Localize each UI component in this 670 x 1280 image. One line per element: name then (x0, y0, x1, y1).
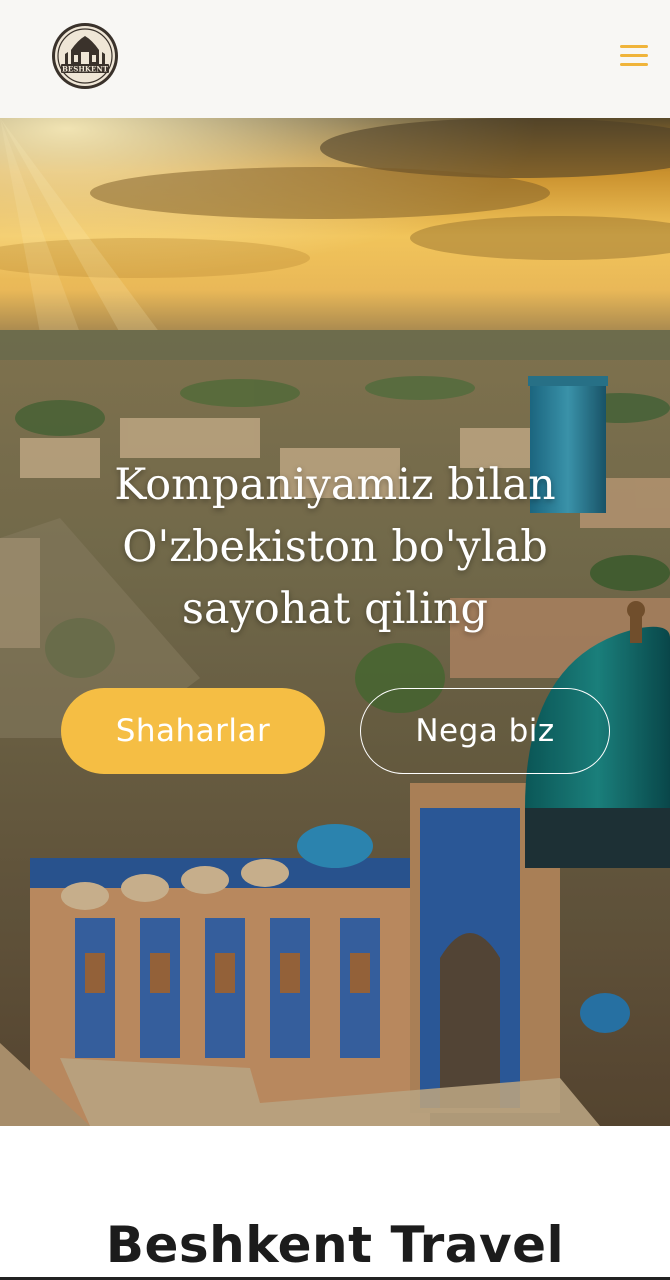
why-us-button[interactable]: Nega biz (360, 688, 610, 774)
svg-text:BESHKENT: BESHKENT (62, 65, 109, 74)
hero-title: Kompaniyamiz bilan O'zbekiston bo'ylab s… (114, 460, 556, 634)
hamburger-menu-icon[interactable] (614, 40, 654, 72)
site-header: BESHKENT (0, 0, 670, 118)
hero-banner: Kompaniyamiz bilan O'zbekiston bo'ylab s… (0, 118, 670, 1126)
logo-emblem-icon: BESHKENT (52, 23, 118, 89)
section-title: Beshkent Travel (105, 1216, 565, 1274)
cities-button[interactable]: Shaharlar (61, 688, 325, 774)
beshkent-logo[interactable]: BESHKENT (51, 22, 119, 90)
